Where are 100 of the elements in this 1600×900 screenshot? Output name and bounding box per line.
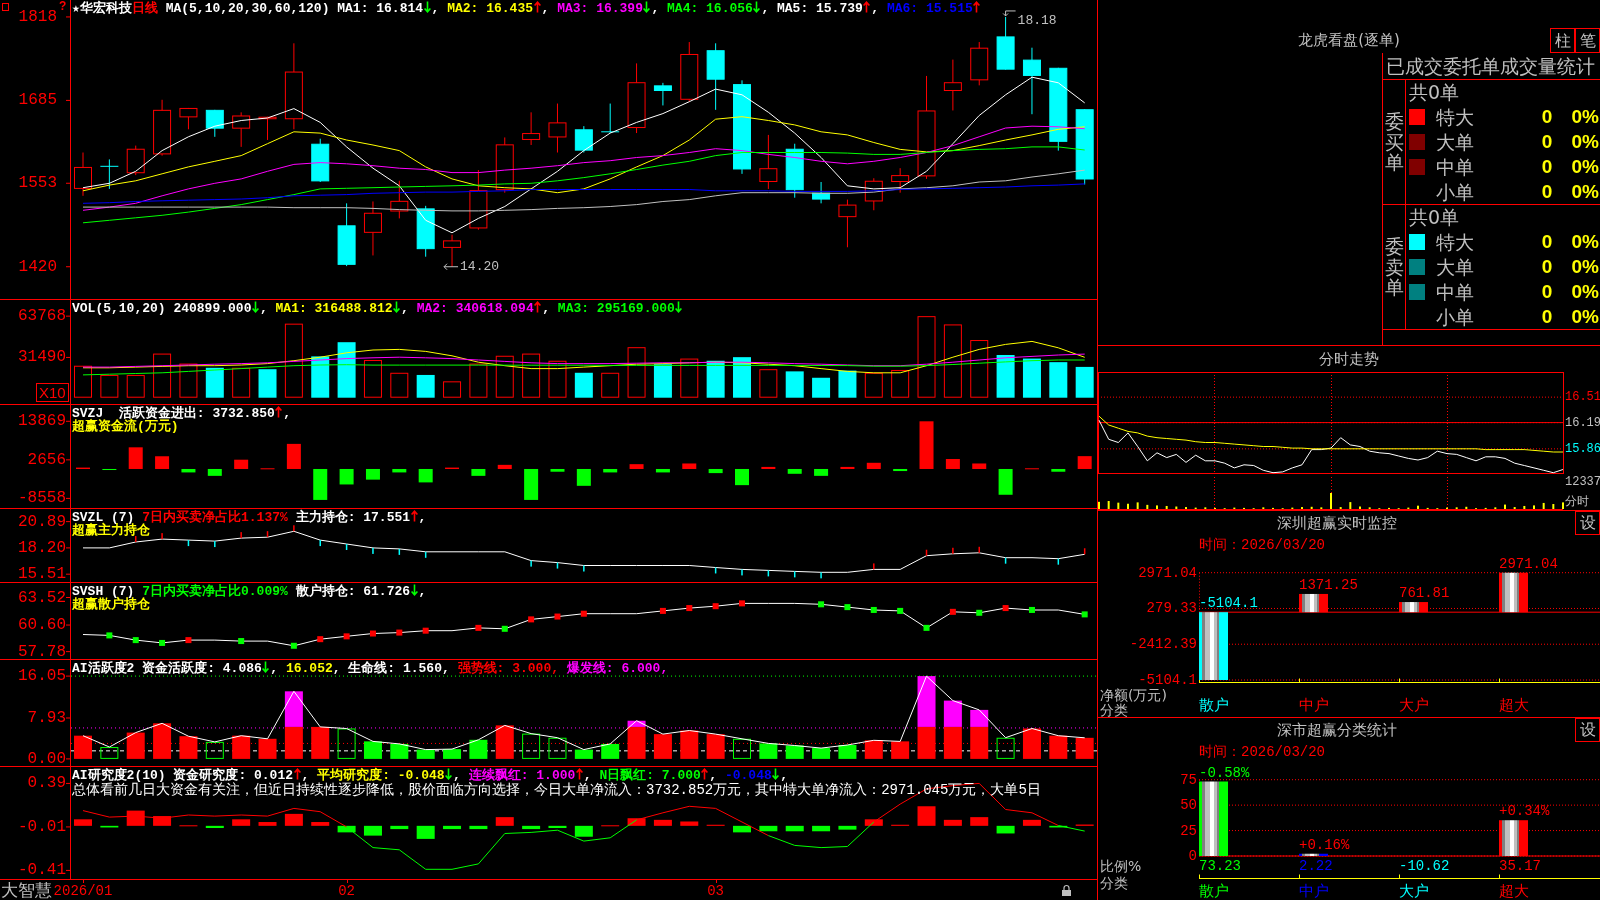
research-bar [469,825,488,830]
help-button[interactable]: ? [59,0,67,13]
candlestick [258,116,277,141]
header-text: , [431,1,441,16]
axis-title: 分类 [1100,875,1128,891]
volume-bar [1049,362,1068,398]
research-bar [100,825,119,828]
change-marker [317,636,324,643]
candlestick [522,111,541,146]
change-label: +0.34% [1499,803,1550,820]
volume-bar [390,372,409,398]
candlestick [311,138,330,183]
candlestick [443,234,462,268]
data-label: 1371.25 [1299,576,1358,593]
fund-flow-bar [761,466,776,469]
header-text: 爆发线: 6.000, [565,661,669,676]
research-bar [785,825,804,832]
volume-bar [548,360,567,398]
research-bar [574,825,593,837]
fund-flow-bar [972,463,987,469]
activity-bar [363,741,382,759]
candlestick [363,200,382,256]
candlestick [416,205,435,258]
research-bar [838,825,857,830]
candlestick [943,59,962,111]
data-label: 2971.04 [1499,555,1558,572]
activity-bar [759,743,778,759]
axis-title: 净额(万元) [1100,687,1167,703]
axis-label: 15.86 [1565,441,1600,456]
order-count: 0 [1540,255,1554,278]
candlestick [785,143,804,199]
activity-bar [126,732,145,759]
fund-flow-bar [682,463,697,469]
header-text: -0.048 [724,768,772,783]
order-count: 0 [1540,155,1554,178]
axis-title: 分类 [1100,702,1128,717]
time-label: 时间：2026/03/20 [1199,537,1325,553]
bar [1199,612,1228,680]
volume-bar [574,372,593,398]
header-text: MA2: 340618.094 [416,301,534,316]
axis-label: 1818 [18,7,57,26]
change-marker [159,639,166,646]
change-marker [818,601,825,608]
category-label: 超大 [1499,882,1529,900]
change-marker [501,625,508,632]
fund-flow-bar [550,469,565,472]
candlestick [680,41,699,103]
candlestick [627,62,646,134]
change-marker [475,624,482,631]
order-type: 中单 [1436,280,1475,303]
settings-button[interactable]: 设 [1575,511,1600,535]
fund-flow-bar [840,466,855,469]
research-bar [311,822,330,826]
change-marker [897,607,904,614]
volume-bar [1022,358,1041,398]
volume-bar [363,360,382,398]
order-type: 特大 [1436,105,1475,128]
panel-title: 深圳超赢实时监控 [1276,513,1397,534]
fund-flow-bar [787,469,802,474]
candlestick [337,202,356,267]
axis-label: 20.89 [18,512,66,531]
fund-flow-bar [234,459,249,469]
panel-title: 深市超赢分类统计 [1276,720,1397,741]
scale-label: X10 [36,383,69,402]
category-label: 大户 [1399,696,1429,714]
axis-label: 0.39 [27,774,66,793]
order-type: 小单 [1436,180,1475,203]
header-text: 主力持仓: 17.551 [294,510,411,525]
research-bar [653,819,672,826]
arrow-icon [443,263,459,271]
volume-bar [627,347,646,398]
change-marker [396,629,403,636]
view-button[interactable]: 笔 [1575,28,1600,53]
fund-flow-bar [207,469,222,476]
axis-label: 31490 [18,348,66,367]
mode-label: 分时 [1565,494,1589,508]
settings-button[interactable]: 设 [1575,718,1600,742]
data-label: 761.81 [1399,585,1450,602]
volume-bar [838,370,857,398]
research-bar [627,818,646,826]
header-text: , [871,1,881,16]
fund-flow-bar [655,469,670,473]
axis-label: 16.51 [1565,390,1600,405]
change-marker [976,609,983,616]
order-ratio: 0% [1571,105,1599,128]
axis-label: -5104.1 [1138,672,1197,688]
fund-flow-bar [814,469,829,476]
view-button[interactable]: 柱 [1550,28,1575,53]
time-label: 时间：2026/03/20 [1199,744,1325,760]
candlestick [495,136,514,194]
candlestick [864,177,883,211]
fund-flow-bar [181,469,196,473]
volume-bar [416,374,435,398]
research-bar [284,813,303,826]
header-text: , [542,301,552,316]
candlestick [390,180,409,219]
activity-bar [706,734,725,759]
order-ratio: 0% [1571,130,1599,153]
fund-flow-bar [339,469,354,485]
change-marker [554,613,561,620]
